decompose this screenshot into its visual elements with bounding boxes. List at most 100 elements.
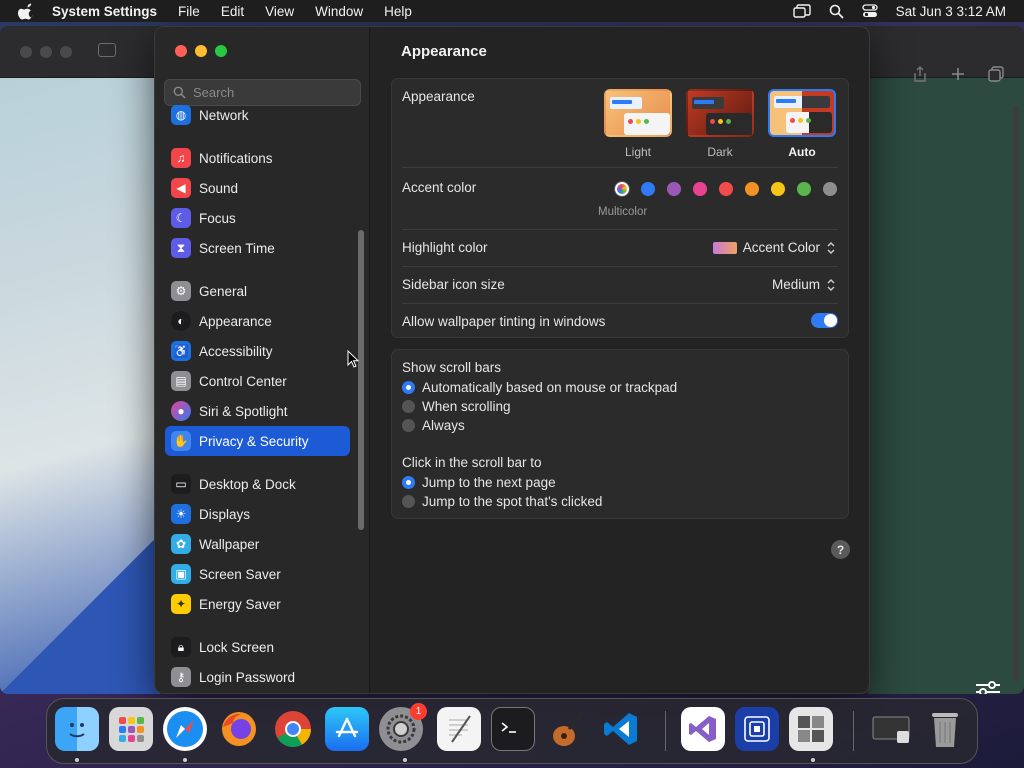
background-right-pane (868, 78, 1024, 694)
icon-size-value: Medium (771, 277, 820, 292)
accent-red[interactable] (719, 182, 733, 196)
sidebar-item-label: Notifications (199, 150, 273, 166)
screen-mirroring-icon[interactable] (792, 4, 811, 18)
sidebar-item-focus[interactable]: ☾ Focus (165, 203, 350, 233)
menu-help[interactable]: Help (384, 4, 412, 19)
radio-button[interactable] (402, 476, 415, 489)
mode-dark[interactable]: Dark (686, 89, 754, 159)
trash-icon[interactable] (923, 707, 967, 751)
divider (402, 266, 838, 267)
sidebar-item-control-center[interactable]: ▤ Control Center (165, 366, 350, 396)
sidebar-item-screen-time[interactable]: ⧗ Screen Time (165, 233, 350, 263)
control-center-icon[interactable] (862, 4, 878, 18)
sidebar-item-wallpaper[interactable]: ✿ Wallpaper (165, 529, 350, 559)
accent-yellow[interactable] (771, 182, 785, 196)
accent-blue[interactable] (641, 182, 655, 196)
sidebar-item-label: Wallpaper (199, 536, 260, 552)
zoom-button[interactable] (215, 45, 227, 57)
accent-graphite[interactable] (823, 182, 837, 196)
scroll-option-always[interactable]: Always (402, 418, 465, 433)
sidebar-item-privacy-security[interactable]: ✋ Privacy & Security (165, 426, 350, 456)
radio-button[interactable] (402, 495, 415, 508)
system-settings-icon[interactable]: 1 (379, 703, 427, 751)
dock-separator (665, 711, 666, 751)
sidebar-item-label: Screen Time (199, 240, 275, 256)
moon-icon: ☾ (171, 208, 191, 228)
radio-button[interactable] (402, 419, 415, 432)
accent-multicolor[interactable] (615, 182, 629, 196)
menu-app-name[interactable]: System Settings (52, 4, 157, 19)
accent-pink[interactable] (693, 182, 707, 196)
menu-window[interactable]: Window (315, 4, 363, 19)
click-option-next-page[interactable]: Jump to the next page (402, 475, 556, 490)
launchpad-icon[interactable] (109, 707, 153, 751)
visual-studio-icon[interactable] (681, 707, 725, 751)
radio-label: Automatically based on mouse or trackpad (422, 380, 678, 395)
radio-button[interactable] (402, 400, 415, 413)
mode-auto[interactable]: Auto (768, 89, 836, 159)
stepper-chevrons-icon (827, 241, 835, 254)
boot-camp-icon[interactable] (789, 707, 833, 751)
sidebar-icon-size-popup[interactable]: Medium (772, 277, 836, 292)
sidebar-item-label: General (199, 283, 248, 299)
spotlight-search-icon[interactable] (829, 4, 844, 19)
share-icon[interactable] (912, 66, 928, 82)
sidebar-item-displays[interactable]: ☀ Displays (165, 499, 350, 529)
mode-dark-label: Dark (707, 145, 733, 159)
radio-button[interactable] (402, 381, 415, 394)
background-scrollbar[interactable] (1013, 106, 1019, 681)
menu-file[interactable]: File (178, 4, 200, 19)
apple-icon[interactable] (18, 2, 36, 20)
network-utility-icon[interactable] (735, 707, 779, 751)
light-mode-thumbnail[interactable] (604, 89, 672, 137)
close-button[interactable] (175, 45, 187, 57)
sidebar-item-label: Displays (199, 506, 251, 522)
click-option-spot-clicked[interactable]: Jump to the spot that's clicked (402, 494, 602, 509)
minimize-button[interactable] (195, 45, 207, 57)
accent-green[interactable] (797, 182, 811, 196)
sidebar-item-desktop-dock[interactable]: ▭ Desktop & Dock (165, 469, 350, 499)
sidebar-item-siri-spotlight[interactable]: ● Siri & Spotlight (165, 396, 350, 426)
screenshot-icon[interactable] (869, 707, 913, 751)
highlight-color-popup[interactable]: Accent Color (712, 240, 836, 255)
sidebar-scrollbar[interactable] (358, 230, 364, 530)
menu-view[interactable]: View (265, 4, 294, 19)
sidebar-item-general[interactable]: ⚙ General (165, 276, 350, 306)
menu-edit[interactable]: Edit (221, 4, 244, 19)
tabs-overview-icon[interactable] (988, 66, 1004, 82)
accent-purple[interactable] (667, 182, 681, 196)
menu-clock[interactable]: Sat Jun 3 3:12 AM (896, 4, 1006, 19)
firefox-icon[interactable] (217, 707, 261, 751)
chrome-icon[interactable] (271, 707, 315, 751)
filter-sliders-icon[interactable] (974, 680, 1002, 694)
hand-icon: ✋ (171, 431, 191, 451)
sidebar-item-accessibility[interactable]: ♿ Accessibility (165, 336, 350, 366)
dark-mode-thumbnail[interactable] (686, 89, 754, 137)
vscode-icon[interactable] (599, 707, 643, 751)
mode-light[interactable]: Light (604, 89, 672, 159)
finder-icon[interactable] (55, 707, 99, 751)
textedit-icon[interactable] (437, 707, 481, 751)
scroll-option-automatic[interactable]: Automatically based on mouse or trackpad (402, 380, 677, 395)
terminal-icon[interactable] (491, 707, 535, 751)
sidebar-item-energy-saver[interactable]: ✦ Energy Saver (165, 589, 350, 619)
accent-orange[interactable] (745, 182, 759, 196)
wallpaper-tinting-toggle[interactable] (811, 313, 838, 328)
sidebar-item-notifications[interactable]: ♫ Notifications (165, 143, 350, 173)
scroll-option-when-scrolling[interactable]: When scrolling (402, 399, 511, 414)
dock-icon: ▭ (171, 474, 191, 494)
app-store-icon[interactable] (325, 707, 369, 751)
sidebar-item-screen-saver[interactable]: ▣ Screen Saver (165, 559, 350, 589)
plus-icon[interactable] (950, 66, 966, 82)
highlight-color-label: Highlight color (402, 240, 488, 255)
sidebar-item-sound[interactable]: ◀ Sound (165, 173, 350, 203)
help-button[interactable]: ? (831, 540, 850, 559)
sidebar-item-lock-screen[interactable]: 🔒︎ Lock Screen (165, 632, 350, 662)
sidebar-item-appearance[interactable]: ◐ Appearance (165, 306, 350, 336)
auto-mode-thumbnail[interactable] (768, 89, 836, 137)
sidebar-item-login-password[interactable]: ⚷ Login Password (165, 662, 350, 692)
sidebar-toggle-icon[interactable] (98, 43, 116, 57)
garageband-icon[interactable] (545, 707, 589, 751)
safari-icon[interactable] (163, 707, 207, 751)
sidebar-item-network[interactable]: ◍ Network (165, 100, 350, 130)
